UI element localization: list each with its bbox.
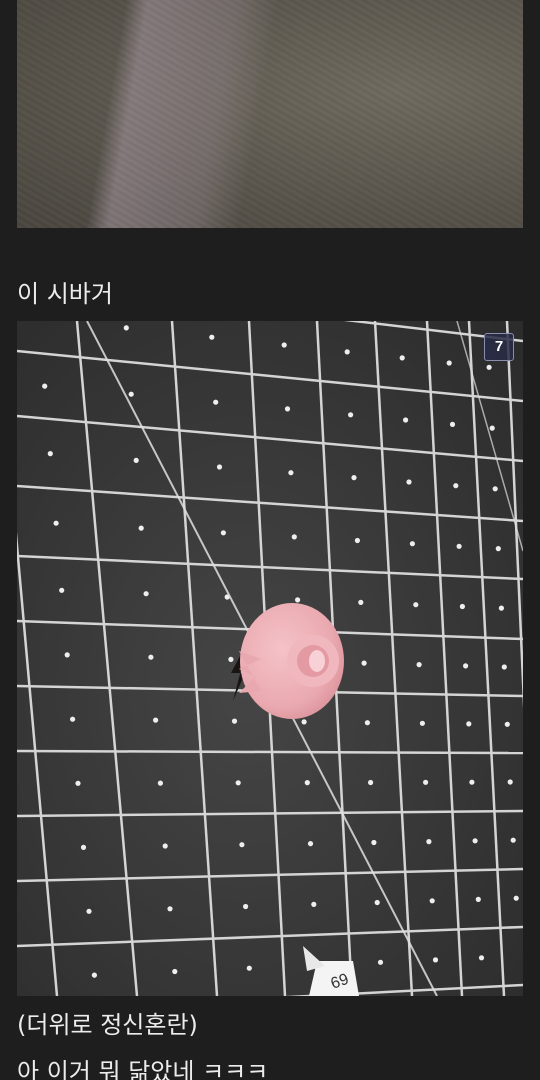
post-caption-line: 이 시바거 — [17, 280, 113, 308]
post-caption-line: 아 이거 뭐 닮았네 ㅋㅋㅋ — [17, 1058, 269, 1080]
image-count-badge[interactable]: 7 — [484, 333, 514, 361]
post-image-top[interactable] — [17, 0, 523, 228]
post-image-cutting-mat[interactable]: 69 7 — [17, 321, 523, 996]
cutting-mat-photo: 69 — [17, 321, 523, 996]
post-caption-line: (더위로 정신혼란) — [17, 1011, 198, 1039]
post-content: 이 시바거 69 7 (더위로 정신혼란) 아 이거 뭐 닮았네 ㅋㅋㅋ — [0, 0, 540, 1080]
